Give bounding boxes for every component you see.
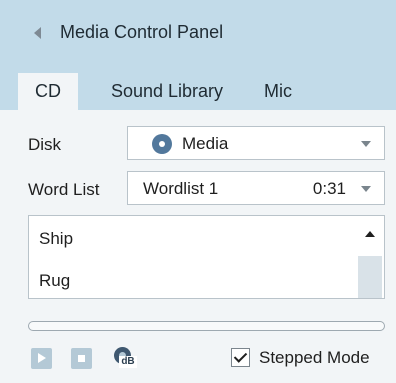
disc-icon [152,134,172,154]
media-control-panel: Media Control Panel CD Sound Library Mic… [0,0,396,383]
word-list-time: 0:31 [312,179,346,198]
stepped-mode-checkbox[interactable] [231,348,250,367]
chevron-up-icon[interactable] [365,231,375,237]
tab-sound-library[interactable]: Sound Library [92,73,242,110]
stepped-mode-label[interactable]: Stepped Mode [259,348,370,368]
tab-strip: CD Sound Library Mic [0,66,396,110]
word-list-label: Word List [28,180,100,199]
tab-cd[interactable]: CD [18,73,78,110]
stop-button[interactable] [71,348,92,369]
disk-label: Disk [28,135,62,154]
chevron-left-icon[interactable] [34,27,41,39]
play-button[interactable] [31,348,52,369]
checkmark-icon [233,349,248,363]
disk-select-value: Media [182,134,229,153]
playback-progress-bar[interactable] [28,321,385,331]
scrollbar-thumb[interactable] [358,256,382,298]
chevron-down-icon[interactable] [361,186,371,192]
chevron-down-icon[interactable] [361,141,371,147]
tab-mic[interactable]: Mic [252,73,304,110]
db-label: dB [119,356,137,368]
disk-select[interactable]: Media [127,126,385,160]
panel-title-bar: Media Control Panel [0,0,396,66]
vertical-scrollbar[interactable] [356,216,384,298]
panel-title: Media Control Panel [60,22,224,42]
word-list-box[interactable]: Ship Rug [28,215,385,299]
stop-icon [78,355,85,362]
word-list-select-value: Wordlist 1 [143,179,219,198]
list-item[interactable]: Rug [39,271,70,291]
play-icon [38,353,46,363]
db-button[interactable]: dB [111,345,137,371]
word-list-select[interactable]: Wordlist 1 0:31 [127,171,385,205]
list-item[interactable]: Ship [39,229,73,249]
